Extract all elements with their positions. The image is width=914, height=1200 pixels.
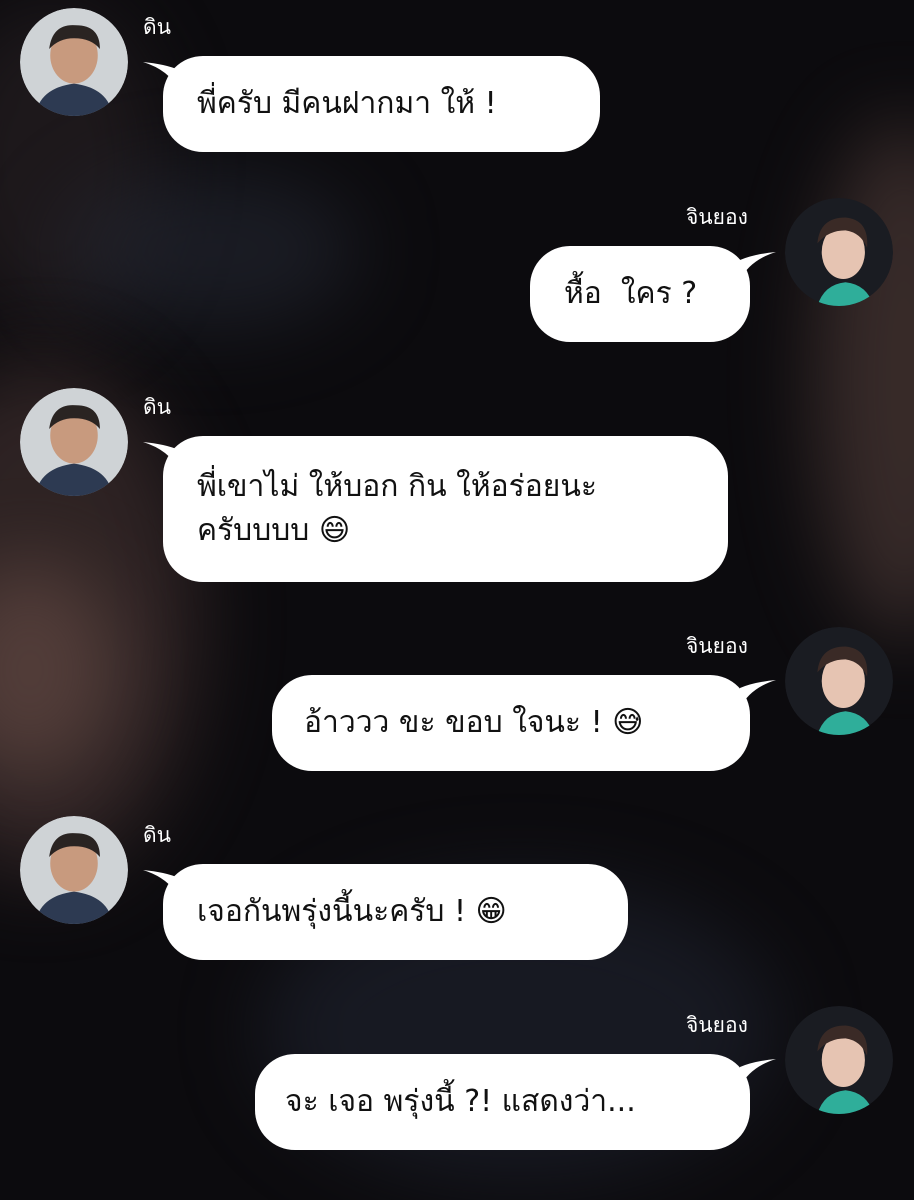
jinyoung-avatar[interactable]	[785, 198, 893, 306]
sender-name: ดิน	[143, 823, 171, 847]
chat-bubble-left[interactable]: พี่ครับ มีคนฝากมา ให้ !	[163, 56, 600, 152]
chat-bubble-right[interactable]: จะ เจอ พรุ่งนี้ ?! แสดงว่า...	[255, 1054, 750, 1150]
chat-bubble-left[interactable]: พี่เขาไม่ ให้บอก กิน ให้อร่อยนะ ครับบบบ …	[163, 436, 728, 582]
sender-name: จินยอง	[686, 205, 748, 229]
din-avatar[interactable]	[20, 388, 128, 496]
message-text: อ้าววว ขะ ขอบ ใจนะ ! 😅	[304, 705, 644, 740]
jinyoung-avatar[interactable]	[785, 627, 893, 735]
message-text: พี่ครับ มีคนฝากมา ให้ !	[197, 86, 497, 121]
sender-name: จินยอง	[686, 1013, 748, 1037]
message-text: เจอกันพรุ่งนี้นะครับ ! 😁	[197, 894, 507, 929]
sender-name: จินยอง	[686, 634, 748, 658]
sender-name: ดิน	[143, 15, 171, 39]
chat-bubble-right[interactable]: อ้าววว ขะ ขอบ ใจนะ ! 😅	[272, 675, 750, 771]
message-text: หื้อ ใคร ?	[564, 276, 698, 311]
din-avatar[interactable]	[20, 8, 128, 116]
sender-name: ดิน	[143, 395, 171, 419]
chat-bubble-right[interactable]: หื้อ ใคร ?	[530, 246, 750, 342]
chat-bubble-left[interactable]: เจอกันพรุ่งนี้นะครับ ! 😁	[163, 864, 628, 960]
chat-background	[0, 0, 914, 1200]
din-avatar[interactable]	[20, 816, 128, 924]
message-text: พี่เขาไม่ ให้บอก กิน ให้อร่อยนะ ครับบบบ …	[197, 469, 597, 548]
message-text: จะ เจอ พรุ่งนี้ ?! แสดงว่า...	[285, 1084, 636, 1119]
jinyoung-avatar[interactable]	[785, 1006, 893, 1114]
